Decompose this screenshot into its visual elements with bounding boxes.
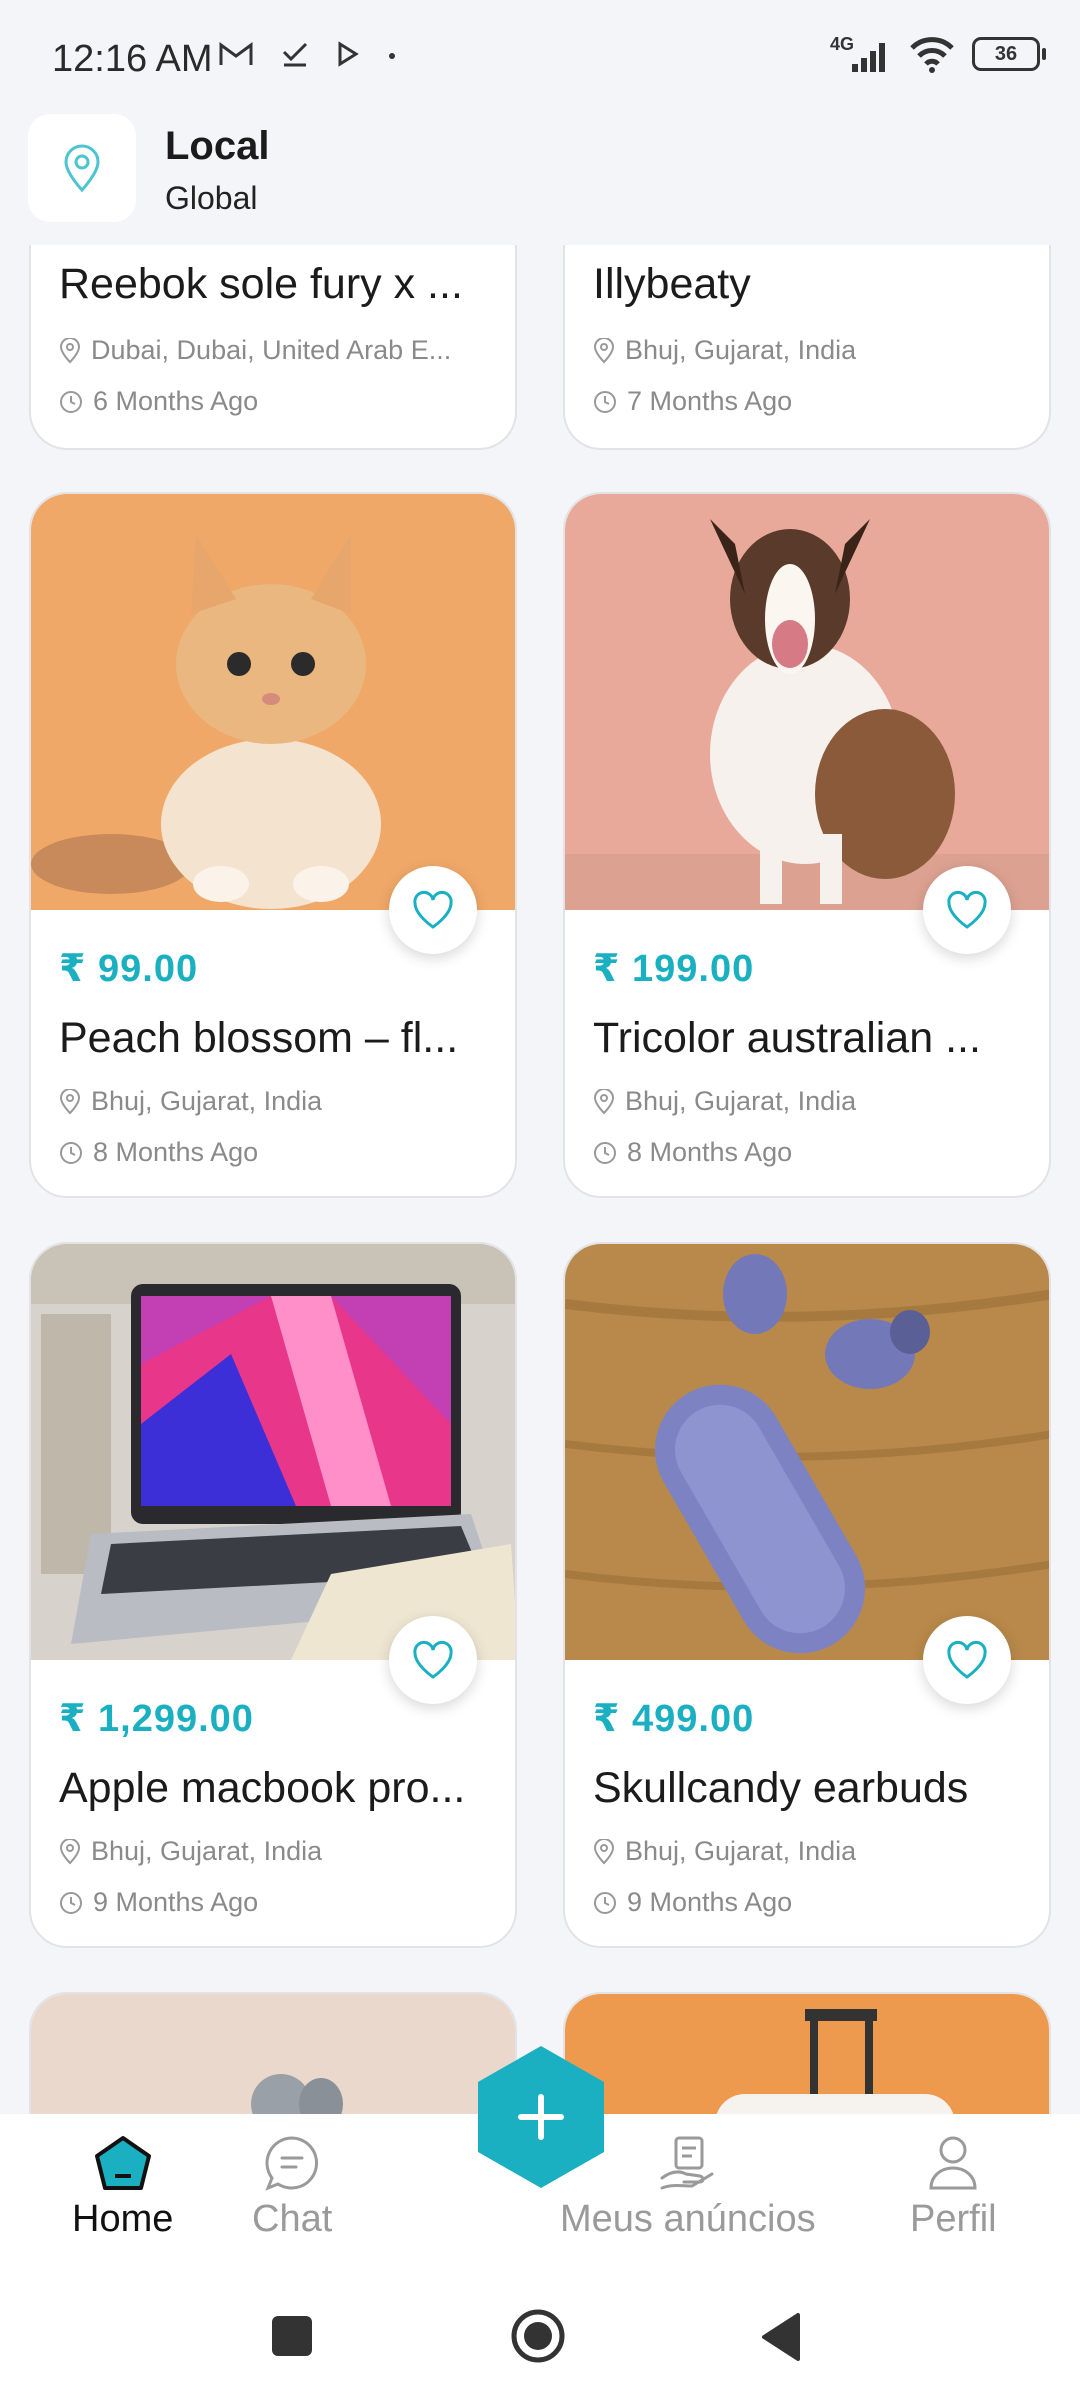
recents-button[interactable] bbox=[272, 2316, 312, 2356]
location-button[interactable] bbox=[28, 114, 136, 222]
location-pin-icon bbox=[64, 144, 100, 193]
product-title: Apple macbook pro... bbox=[59, 1764, 466, 1812]
home-system-button[interactable] bbox=[510, 2308, 566, 2364]
product-time: 8 Months Ago bbox=[593, 1137, 1033, 1168]
heart-icon bbox=[947, 1640, 987, 1679]
product-location: Bhuj, Gujarat, India bbox=[59, 1836, 499, 1867]
back-icon bbox=[762, 2313, 800, 2361]
product-image bbox=[31, 494, 515, 910]
heart-icon bbox=[413, 1640, 453, 1679]
clock-icon bbox=[60, 1891, 82, 1914]
location-title: Local bbox=[165, 124, 270, 168]
back-button[interactable] bbox=[758, 2312, 804, 2362]
clock-icon bbox=[594, 390, 616, 413]
listings-icon bbox=[660, 2136, 714, 2190]
product-title: Illybeaty bbox=[593, 260, 751, 308]
product-location: Bhuj, Gujarat, India bbox=[593, 1836, 1033, 1867]
location-pin-icon bbox=[59, 337, 81, 363]
heart-icon bbox=[413, 890, 453, 929]
product-location: Dubai, Dubai, United Arab E... bbox=[59, 335, 499, 366]
home-circle-icon bbox=[511, 2309, 565, 2363]
product-grid: Reebok sole fury x ... Dubai, Dubai, Uni… bbox=[0, 0, 1080, 2400]
product-price: ₹ 499.00 bbox=[593, 1698, 755, 1740]
location-header[interactable]: Local Global bbox=[0, 110, 1080, 245]
product-title: Skullcandy earbuds bbox=[593, 1764, 969, 1812]
product-location: Bhuj, Gujarat, India bbox=[59, 1086, 499, 1117]
favorite-button[interactable] bbox=[923, 1616, 1011, 1704]
product-card[interactable]: ₹ 199.00 Tricolor australian ... Bhuj, G… bbox=[563, 492, 1051, 1198]
clock-icon bbox=[594, 1141, 616, 1164]
chat-icon bbox=[265, 2136, 319, 2191]
product-price: ₹ 199.00 bbox=[593, 948, 755, 990]
location-pin-icon bbox=[593, 337, 615, 363]
heart-icon bbox=[947, 890, 987, 929]
nav-profile[interactable]: Perfil bbox=[910, 2134, 997, 2241]
product-time: 9 Months Ago bbox=[593, 1887, 1033, 1918]
favorite-button[interactable] bbox=[389, 866, 477, 954]
clock-icon bbox=[60, 390, 82, 413]
product-image bbox=[31, 1244, 515, 1660]
product-image bbox=[565, 1244, 1049, 1660]
product-time: 9 Months Ago bbox=[59, 1887, 499, 1918]
favorite-button[interactable] bbox=[389, 1616, 477, 1704]
product-card[interactable]: ₹ 499.00 Skullcandy earbuds Bhuj, Gujara… bbox=[563, 1242, 1051, 1948]
product-price: ₹ 99.00 bbox=[59, 948, 199, 990]
location-pin-icon bbox=[593, 1838, 615, 1864]
product-title: Reebok sole fury x ... bbox=[59, 260, 463, 308]
clock-icon bbox=[594, 1891, 616, 1914]
home-icon bbox=[94, 2136, 151, 2190]
location-pin-icon bbox=[593, 1088, 615, 1114]
product-image bbox=[565, 494, 1049, 910]
profile-icon bbox=[929, 2136, 977, 2190]
nav-home[interactable]: Home bbox=[72, 2134, 173, 2241]
nav-chat[interactable]: Chat bbox=[252, 2134, 332, 2241]
product-price: ₹ 1,299.00 bbox=[59, 1698, 254, 1740]
system-nav-bar bbox=[0, 2274, 1080, 2400]
location-subtitle: Global bbox=[165, 180, 258, 216]
product-time: 7 Months Ago bbox=[593, 386, 1033, 417]
product-title: Tricolor australian ... bbox=[593, 1014, 981, 1062]
product-time: 6 Months Ago bbox=[59, 386, 499, 417]
product-card[interactable]: ₹ 99.00 Peach blossom – fl... Bhuj, Guja… bbox=[29, 492, 517, 1198]
location-pin-icon bbox=[59, 1088, 81, 1114]
favorite-button[interactable] bbox=[923, 866, 1011, 954]
product-time: 8 Months Ago bbox=[59, 1137, 499, 1168]
location-pin-icon bbox=[59, 1838, 81, 1864]
product-location: Bhuj, Gujarat, India bbox=[593, 335, 1033, 366]
product-location: Bhuj, Gujarat, India bbox=[593, 1086, 1033, 1117]
add-listing-button[interactable] bbox=[474, 2042, 608, 2192]
product-title: Peach blossom – fl... bbox=[59, 1014, 459, 1062]
product-card[interactable]: ₹ 1,299.00 Apple macbook pro... Bhuj, Gu… bbox=[29, 1242, 517, 1948]
clock-icon bbox=[60, 1141, 82, 1164]
